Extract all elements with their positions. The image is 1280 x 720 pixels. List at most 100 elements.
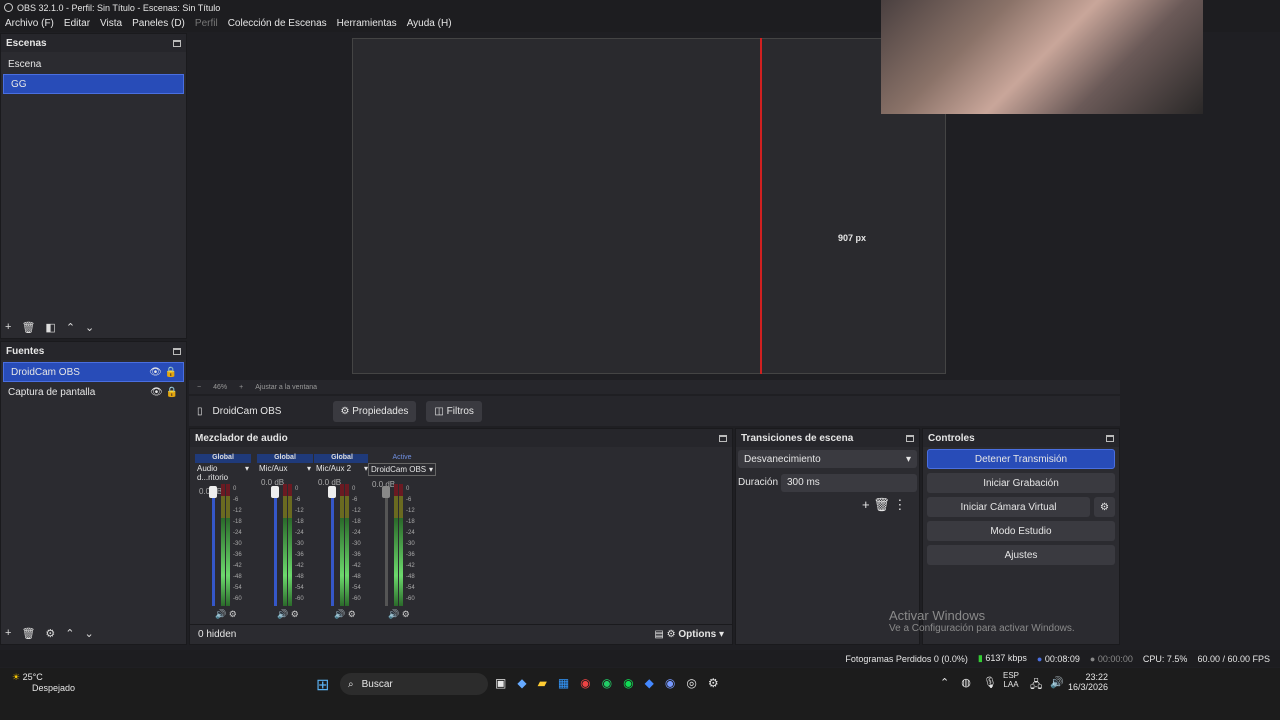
options-button[interactable]: ▤ ⚙ Options ▾: [654, 629, 724, 640]
meter-ticks: 0 -6 -12 -18 -24 -30 -36 -42 -48 -54 -60: [233, 486, 242, 602]
move-down-icon[interactable]: ⌄: [85, 321, 94, 334]
scene-item-gg[interactable]: GG: [3, 74, 184, 94]
add-icon[interactable]: +: [862, 497, 870, 512]
copilot-icon[interactable]: ◆: [517, 676, 526, 690]
menu-ayuda[interactable]: Ayuda (H): [402, 18, 457, 29]
sources-title: Fuentes: [6, 345, 45, 357]
source-icon: ▯: [197, 405, 203, 417]
add-icon[interactable]: +: [5, 321, 11, 334]
chrome-icon[interactable]: ◉: [580, 676, 590, 690]
gear-icon[interactable]: ⚙: [1094, 497, 1115, 517]
menu-paneles[interactable]: Paneles (D): [127, 18, 190, 29]
obs-logo-icon: [4, 3, 13, 12]
strip-name-dropdown[interactable]: Audio d...ritorio ▾: [195, 463, 251, 483]
float-icon[interactable]: [173, 347, 181, 355]
volume-knob[interactable]: [271, 486, 279, 498]
source-item-captura[interactable]: Captura de pantalla 👁 🔒: [1, 382, 186, 402]
volume-slider[interactable]: [331, 490, 334, 606]
sources-dock: Fuentes DroidCam OBS 👁 🔒 Captura de pant…: [0, 341, 187, 645]
float-icon[interactable]: [1106, 434, 1114, 442]
whatsapp-icon[interactable]: ◉: [602, 676, 612, 690]
hidden-count: 0 hidden: [198, 629, 237, 640]
studio-mode-button[interactable]: Modo Estudio: [927, 521, 1115, 541]
speaker-icon[interactable]: 🔊 ⚙: [334, 609, 356, 620]
eye-icon[interactable]: 👁 🔒: [149, 367, 177, 378]
fit-label[interactable]: Ajustar a la ventana: [255, 384, 317, 391]
float-icon[interactable]: [906, 434, 914, 442]
folder-icon[interactable]: ▰: [538, 676, 547, 690]
webcam-image: [881, 0, 1203, 114]
more-icon[interactable]: ⋮: [893, 497, 906, 512]
stop-stream-button[interactable]: Detener Transmisión: [927, 449, 1115, 469]
transition-select[interactable]: Desvanecimiento ▾: [738, 450, 917, 468]
move-up-icon[interactable]: ⌃: [65, 627, 74, 640]
filter-icon[interactable]: ◧: [45, 321, 55, 334]
float-icon[interactable]: [173, 39, 181, 47]
start-recording-button[interactable]: Iniciar Grabación: [927, 473, 1115, 493]
chevron-up-icon[interactable]: ⌃: [940, 676, 949, 689]
search-icon: ⌕: [348, 678, 354, 690]
bitrate-text: ▮ 6137 kbps: [977, 653, 1027, 663]
properties-button[interactable]: ⚙ Propiedades: [332, 400, 417, 422]
source-item-droidcam[interactable]: DroidCam OBS 👁 🔒: [3, 362, 184, 382]
zoom-out-icon[interactable]: −: [197, 384, 201, 391]
network-icon[interactable]: 🖧: [1030, 676, 1042, 695]
meter-ticks: 0 -6 -12 -18 -24 -30 -36 -42 -48 -54 -60: [295, 486, 304, 602]
weather-temp: 25°C: [22, 672, 43, 682]
spotify-icon[interactable]: ◉: [623, 676, 633, 690]
scenes-dock: Escenas Escena GG + 🗑 ◧ ⌃ ⌄: [0, 33, 187, 339]
taskbar-search[interactable]: ⌕ Buscar: [340, 673, 488, 695]
task-view-icon[interactable]: ▣: [495, 676, 506, 690]
store-icon[interactable]: ▦: [558, 676, 569, 690]
duration-input[interactable]: 300 ms: [781, 474, 917, 492]
volume-knob[interactable]: [328, 486, 336, 498]
clock[interactable]: 23:22 16/3/2026: [1066, 672, 1108, 692]
menu-herramientas[interactable]: Herramientas: [332, 18, 402, 29]
volume-slider[interactable]: [212, 490, 215, 606]
settings-icon[interactable]: ⚙: [708, 676, 719, 690]
strip-name-dropdown[interactable]: Mic/Aux ▾: [257, 463, 313, 474]
zoom-in-icon[interactable]: +: [239, 384, 243, 391]
trash-icon[interactable]: 🗑: [21, 321, 35, 334]
speaker-icon[interactable]: 🔊 ⚙: [215, 609, 237, 620]
eye-icon[interactable]: 👁 🔒: [150, 387, 178, 398]
fps-text: 60.00 / 60.00 FPS: [1197, 653, 1270, 664]
speaker-icon[interactable]: 🔊 ⚙: [388, 609, 410, 620]
volume-slider[interactable]: [385, 490, 388, 606]
start-virtual-camera-button[interactable]: Iniciar Cámara Virtual: [927, 497, 1090, 517]
language-indicator[interactable]: ESP LAA: [1003, 671, 1019, 689]
obs-icon[interactable]: ◎: [686, 676, 696, 690]
strip-name-dropdown[interactable]: DroidCam OBS ▾: [368, 463, 436, 476]
volume-knob[interactable]: [209, 486, 217, 498]
mixer-strip-mic2: Global Mic/Aux 2 ▾ 0.0 dB 0 -6 -12 -18 -24 -30…: [314, 454, 370, 622]
trash-icon[interactable]: 🗑: [873, 497, 890, 512]
strip-header: Global: [314, 454, 370, 463]
settings-button[interactable]: Ajustes: [927, 545, 1115, 565]
trash-icon[interactable]: 🗑: [21, 627, 35, 640]
strip-name-dropdown[interactable]: Mic/Aux 2 ▾: [314, 463, 370, 474]
menu-vista[interactable]: Vista: [95, 18, 127, 29]
gear-icon[interactable]: ⚙: [45, 627, 55, 640]
menu-perfil[interactable]: Perfil: [190, 18, 223, 29]
weather-widget[interactable]: ☀ 25°C Despejado: [12, 672, 75, 693]
filters-button[interactable]: ◫ Filtros: [426, 400, 482, 422]
move-down-icon[interactable]: ⌄: [85, 627, 94, 640]
tray-app-icon[interactable]: ◍: [961, 676, 971, 689]
app-icon[interactable]: ◆: [645, 676, 654, 690]
windows-activation-watermark: Activar Windows Ve a Configuración para …: [889, 608, 1075, 634]
menu-archivo[interactable]: Archivo (F): [0, 18, 59, 29]
windows-start-icon[interactable]: ⊞: [316, 675, 329, 695]
menu-coleccion[interactable]: Colección de Escenas: [223, 18, 332, 29]
volume-icon[interactable]: 🔊: [1050, 676, 1064, 695]
float-icon[interactable]: [719, 434, 727, 442]
add-icon[interactable]: +: [5, 627, 11, 640]
volume-knob[interactable]: [382, 486, 390, 498]
discord-icon[interactable]: ◉: [665, 676, 675, 690]
move-up-icon[interactable]: ⌃: [66, 321, 75, 334]
speaker-icon[interactable]: 🔊 ⚙: [277, 609, 299, 620]
menu-editar[interactable]: Editar: [59, 18, 95, 29]
volume-slider[interactable]: [274, 490, 277, 606]
scene-item-escena[interactable]: Escena: [1, 54, 186, 74]
preview-canvas[interactable]: 907 px: [352, 38, 946, 374]
mic-icon[interactable]: 🎙: [983, 676, 997, 689]
